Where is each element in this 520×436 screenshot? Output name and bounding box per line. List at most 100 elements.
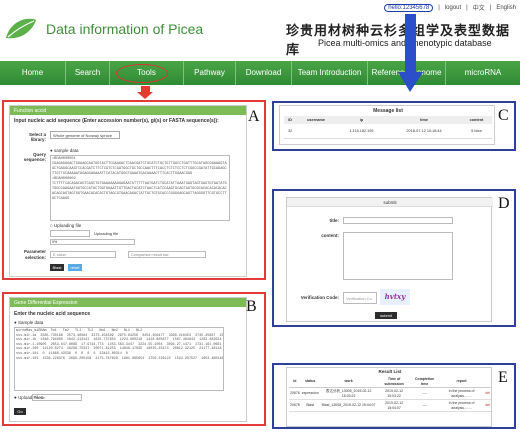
query-sequence-textarea[interactable]: >BDAH000001 CGAGAGAGACTGGAAGCAATGGTACTTC… <box>50 155 230 221</box>
nav-download[interactable]: Download <box>236 61 292 85</box>
upload-progress: 0% <box>50 239 135 245</box>
sample-data-radio[interactable]: ● sample data <box>50 148 78 153</box>
parameter-label: Parameter selection: <box>23 249 46 260</box>
link-separator: | <box>489 4 492 11</box>
nav-microrna[interactable]: microRNA <box>446 61 520 85</box>
verification-code-input[interactable]: Verification Co <box>343 292 377 304</box>
blast-button[interactable]: Blast <box>50 264 64 271</box>
table-row: 20675 Blast Blast_13005_2019-02-12 15:04… <box>289 399 491 413</box>
panel-a-blast-tool: Function accid Input nucleic acid sequen… <box>2 100 266 280</box>
blast-form: Function accid Input nucleic acid sequen… <box>9 105 247 277</box>
library-label: Select a library: <box>28 132 46 142</box>
column-header: status <box>300 376 320 388</box>
title-input[interactable] <box>343 217 453 224</box>
content-label: content: <box>321 233 339 238</box>
go-button[interactable]: Go <box>14 408 26 415</box>
message-list-title: Message list <box>373 108 403 114</box>
link-separator: | <box>466 4 468 11</box>
comparison-result-input[interactable]: Comparison result bar: <box>128 251 206 258</box>
panel-letter-b: B <box>246 298 257 315</box>
expression-form-title: Enter the nucleic acid sequence <box>14 311 91 317</box>
message-list-card: Message list ID username ip time content… <box>279 105 495 145</box>
nav-team-introduction[interactable]: Team Introduction <box>292 61 368 85</box>
table-cell: In the process of analysis,....... <box>438 399 485 413</box>
panel-a-header: Function accid <box>10 106 246 115</box>
nav-pathway[interactable]: Pathway <box>184 61 236 85</box>
table-cell: 32 <box>284 124 297 139</box>
tools-highlight-ellipse <box>116 64 168 83</box>
panel-e-result-list: Result List id status work Time of submi… <box>272 363 516 429</box>
table-cell: 5 idea <box>460 124 492 139</box>
table-cell <box>296 124 336 139</box>
chinese-language-link[interactable]: 中文 <box>473 3 485 12</box>
table-cell: Blast <box>300 399 320 413</box>
delete-link[interactable]: del <box>484 387 491 401</box>
upload-file-radio[interactable]: ○ Uploading file <box>50 223 81 228</box>
file-chooser[interactable]: No file <box>32 394 82 401</box>
top-links: hello:12345678 | logout | 中文 | English <box>384 3 516 12</box>
table-cell: 20675 <box>289 399 301 413</box>
sample-data-radio[interactable]: ● Sample data <box>14 320 43 325</box>
table-cell: ---- <box>410 387 439 401</box>
table-row: 32 1.119.182.195 2018-07-12 10:18:44 5 i… <box>284 124 492 139</box>
result-table: id status work Time of submission Comple… <box>289 376 491 413</box>
column-header: work <box>319 376 378 388</box>
content-textarea[interactable] <box>343 232 453 280</box>
delete-link[interactable]: del <box>484 399 491 413</box>
table-cell: Blast_13005_2019-02-12 15:04:07 <box>319 399 378 413</box>
table-cell: 1.119.182.195 <box>335 124 388 139</box>
panel-b-expression-tool: Gene Differential Expression Enter the n… <box>2 292 266 426</box>
column-header: time <box>387 116 461 124</box>
table-cell: 表达分析_13005_2019-02-12 15:03:22 <box>319 387 378 401</box>
result-list-card: Result List id status work Time of submi… <box>286 367 492 427</box>
column-header: ID <box>284 116 297 124</box>
result-list-title: Result List <box>378 369 402 374</box>
nav-tools[interactable]: Tools <box>110 61 184 85</box>
panel-letter-c: C <box>498 107 509 124</box>
panel-letter-d: D <box>498 195 510 212</box>
english-language-link[interactable]: English <box>496 5 516 11</box>
file-chooser[interactable] <box>50 230 90 237</box>
column-header <box>484 376 491 388</box>
column-header: content <box>460 116 492 124</box>
verification-code-label: Verification Code: <box>300 295 339 300</box>
reset-button[interactable]: reset <box>68 264 82 271</box>
link-separator: | <box>438 4 440 11</box>
table-cell: expression <box>300 387 320 401</box>
logout-link[interactable]: logout <box>445 5 461 11</box>
table-cell: 2019-02-12 15:04:07 <box>377 399 411 413</box>
table-cell: 20676 <box>289 387 301 401</box>
submit-card-header: submit <box>287 198 493 207</box>
submit-button[interactable]: submit <box>375 312 397 319</box>
main-nav: Home Search Tools Pathway Download Team … <box>0 61 520 85</box>
panel-letter-a: A <box>248 108 260 125</box>
column-header: Completion time <box>410 376 439 388</box>
panel-c-message-list: Message list ID username ip time content… <box>272 101 516 151</box>
site-header: Data information of Picea hello:12345678… <box>0 0 520 62</box>
user-account-link[interactable]: hello:12345678 <box>384 3 434 12</box>
captcha-image[interactable]: hvtxy <box>380 289 410 305</box>
nav-home[interactable]: Home <box>0 61 66 85</box>
upload-hint: Uploading file <box>94 231 119 236</box>
query-label: Query sequence: <box>23 152 46 162</box>
site-title: Data information of Picea <box>46 21 204 37</box>
panel-b-header: Gene Differential Expression <box>10 298 246 307</box>
evalue-input[interactable]: E value: <box>50 251 116 258</box>
submit-card: submit title: content: Verification Code… <box>286 197 493 322</box>
column-header: report <box>438 376 485 388</box>
table-cell: In the process of analysis,....... <box>438 387 485 401</box>
library-select[interactable]: Whole genome of Norway spruce <box>50 131 120 139</box>
table-cell: ---- <box>410 399 439 413</box>
expression-data-textarea[interactable]: mirnaMas_miRNAm Tm1 Tm2 TL1 TL2 Nm1 Nm2 … <box>14 327 224 391</box>
table-cell: 2019-02-12 15:03:22 <box>377 387 411 401</box>
expression-form: Gene Differential Expression Enter the n… <box>9 297 247 422</box>
column-header: id <box>289 376 301 388</box>
message-table: ID username ip time content 32 1.119.182… <box>284 116 492 139</box>
column-header: Time of submission <box>377 376 411 388</box>
panel-d-submit-form: submit title: content: Verification Code… <box>272 189 516 327</box>
blast-form-title: Input nucleic acid sequence (Enter acces… <box>14 118 219 124</box>
title-label: title: <box>329 218 340 223</box>
leaf-logo-icon <box>6 18 36 39</box>
nav-search[interactable]: Search <box>66 61 110 85</box>
table-row: 20676 expression 表达分析_13005_2019-02-12 1… <box>289 387 491 401</box>
